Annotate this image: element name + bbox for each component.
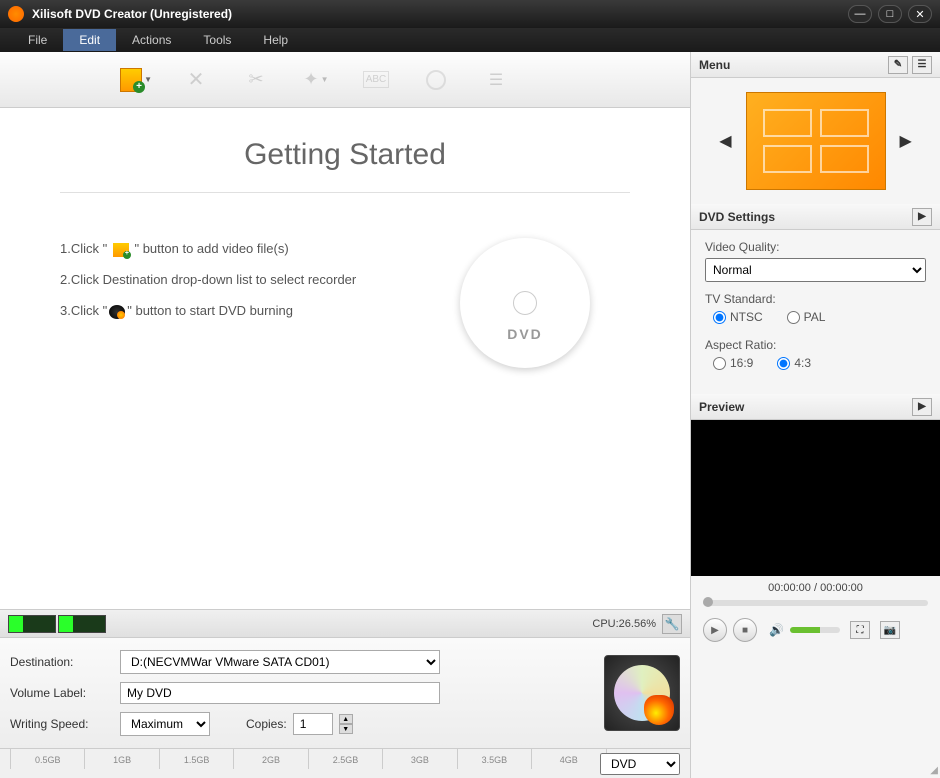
expand-settings-button[interactable]: ▶ <box>912 208 932 226</box>
menubar: File Edit Actions Tools Help <box>0 28 940 52</box>
maximize-button[interactable]: □ <box>878 5 902 23</box>
destination-label: Destination: <box>10 655 110 669</box>
cut-button[interactable]: ✂ <box>240 64 272 96</box>
cpu-meters <box>8 615 106 633</box>
disc-button[interactable] <box>420 64 452 96</box>
fullscreen-button[interactable]: ⛶ <box>850 621 870 639</box>
volume-slider[interactable] <box>790 627 840 633</box>
window-title: Xilisoft DVD Creator (Unregistered) <box>32 7 848 21</box>
copies-up-button[interactable]: ▲ <box>339 714 353 724</box>
play-icon: ▶ <box>711 625 719 636</box>
menu-template-preview: ◀ ▶ <box>691 78 940 204</box>
cpu-meter-2 <box>58 615 106 633</box>
ntsc-radio[interactable]: NTSC <box>713 310 763 324</box>
cpu-usage-label: CPU:26.56% <box>592 618 656 630</box>
list-icon: ☰ <box>489 70 503 90</box>
statusbar: CPU:26.56% 🔧 <box>0 609 690 637</box>
add-video-icon <box>120 68 142 92</box>
destination-select[interactable]: D:(NECVMWar VMware SATA CD01) <box>120 650 440 674</box>
chevron-down-icon: ▼ <box>321 75 329 84</box>
chevron-right-icon: ▶ <box>918 211 926 222</box>
chevron-down-icon: ▼ <box>144 75 152 84</box>
stop-icon: ■ <box>742 625 748 636</box>
next-template-button[interactable]: ▶ <box>896 127 916 155</box>
template-thumbnail[interactable] <box>746 92 886 190</box>
video-quality-select[interactable]: Normal <box>705 258 926 282</box>
menu-help[interactable]: Help <box>247 29 304 51</box>
time-display: 00:00:00 / 00:00:00 <box>691 576 940 600</box>
menu-panel-header: Menu ✎ ☰ <box>691 52 940 78</box>
writing-speed-select[interactable]: Maximum <box>120 712 210 736</box>
tv-standard-label: TV Standard: <box>705 292 926 306</box>
page-title: Getting Started <box>60 138 630 172</box>
edit-icon: ✎ <box>894 59 902 70</box>
burn-button[interactable] <box>604 655 680 731</box>
preview-panel-header: Preview ▶ <box>691 394 940 420</box>
volume-label-label: Volume Label: <box>10 686 110 700</box>
app-logo-icon <box>8 6 24 22</box>
close-button[interactable]: ✕ <box>908 5 932 23</box>
burn-flame-icon <box>614 665 670 721</box>
list-icon: ☰ <box>918 59 927 70</box>
seek-slider[interactable] <box>703 600 928 606</box>
ar-169-radio[interactable]: 16:9 <box>713 356 753 370</box>
dvd-type-select[interactable]: DVD <box>600 753 680 775</box>
copies-label: Copies: <box>246 717 287 731</box>
content-area: Getting Started 1.Click " " button to ad… <box>0 108 690 609</box>
burn-settings: Destination: D:(NECVMWar VMware SATA CD0… <box>0 637 690 748</box>
pal-radio[interactable]: PAL <box>787 310 826 324</box>
prev-template-button[interactable]: ◀ <box>715 127 735 155</box>
disc-icon <box>426 70 446 90</box>
menu-file[interactable]: File <box>12 29 63 51</box>
wrench-icon: 🔧 <box>665 617 680 631</box>
camera-icon: 📷 <box>884 625 896 636</box>
minimize-button[interactable]: — <box>848 5 872 23</box>
delete-icon: ✕ <box>188 67 205 92</box>
add-video-inline-icon <box>113 243 129 257</box>
dvd-disc-illustration: DVD <box>460 238 590 368</box>
volume-icon: 🔊 <box>769 623 784 637</box>
fullscreen-icon: ⛶ <box>856 625 863 636</box>
burn-inline-icon <box>109 305 125 319</box>
sparkle-icon: ✦ <box>303 69 318 90</box>
abc-icon: ABC <box>363 71 390 88</box>
menu-list-button[interactable]: ☰ <box>912 56 932 74</box>
cpu-meter-1 <box>8 615 56 633</box>
video-quality-label: Video Quality: <box>705 240 926 254</box>
settings-panel-header: DVD Settings ▶ <box>691 204 940 230</box>
menu-actions[interactable]: Actions <box>116 29 187 51</box>
titlebar: Xilisoft DVD Creator (Unregistered) — □ … <box>0 0 940 28</box>
add-video-button[interactable]: ▼ <box>120 64 152 96</box>
properties-button[interactable]: ☰ <box>480 64 512 96</box>
play-button[interactable]: ▶ <box>703 618 727 642</box>
delete-button[interactable]: ✕ <box>180 64 212 96</box>
scissors-icon: ✂ <box>248 69 263 90</box>
dvd-settings: Video Quality: Normal TV Standard: NTSC … <box>691 230 940 394</box>
edit-menu-button[interactable]: ✎ <box>888 56 908 74</box>
stop-button[interactable]: ■ <box>733 618 757 642</box>
divider <box>60 192 630 193</box>
copies-input[interactable] <box>293 713 333 735</box>
volume-label-input[interactable] <box>120 682 440 704</box>
capacity-ruler: 0.5GB 1GB 1.5GB 2GB 2.5GB 3GB 3.5GB 4GB … <box>0 748 690 778</box>
settings-button[interactable]: 🔧 <box>662 614 682 634</box>
aspect-ratio-label: Aspect Ratio: <box>705 338 926 352</box>
player-controls: ▶ ■ 🔊 ⛶ 📷 <box>691 614 940 652</box>
menu-edit[interactable]: Edit <box>63 29 116 51</box>
subtitle-button[interactable]: ABC <box>360 64 392 96</box>
effects-button[interactable]: ✦▼ <box>300 64 332 96</box>
writing-speed-label: Writing Speed: <box>10 717 110 731</box>
toolbar: ▼ ✕ ✂ ✦▼ ABC ☰ <box>0 52 690 108</box>
copies-down-button[interactable]: ▼ <box>339 724 353 734</box>
expand-preview-button[interactable]: ▶ <box>912 398 932 416</box>
ar-43-radio[interactable]: 4:3 <box>777 356 811 370</box>
chevron-right-icon: ▶ <box>918 401 926 412</box>
menu-tools[interactable]: Tools <box>187 29 247 51</box>
snapshot-button[interactable]: 📷 <box>880 621 900 639</box>
preview-video-area <box>691 420 940 576</box>
resize-grip-icon[interactable]: ◢ <box>930 765 938 776</box>
